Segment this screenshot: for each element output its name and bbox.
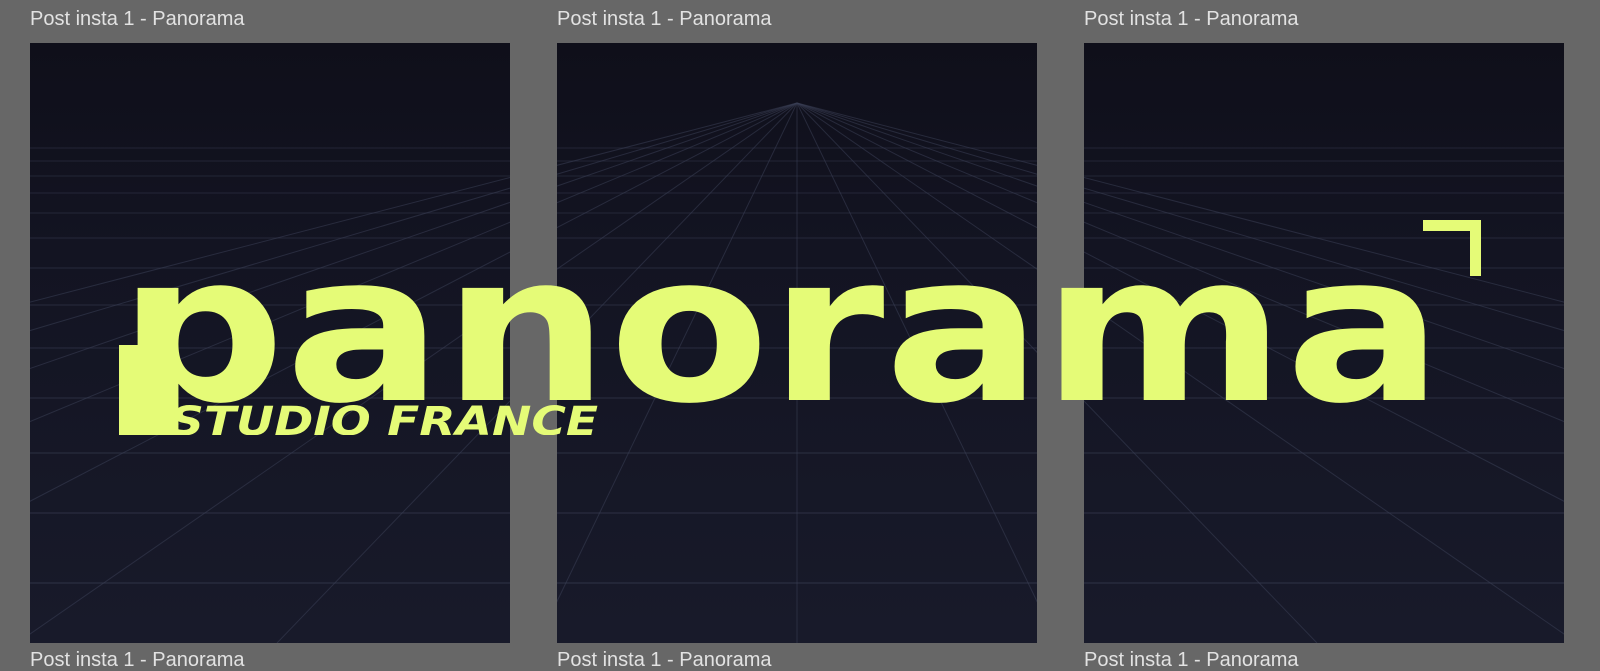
artboard-frame-1[interactable] <box>30 43 510 643</box>
grid-line <box>796 102 1037 204</box>
perspective-grid <box>30 147 510 643</box>
grid-line <box>1084 176 1564 303</box>
grid-line <box>30 176 510 303</box>
grid-line <box>796 102 1037 187</box>
grid-line <box>557 102 798 175</box>
perspective-grid <box>1084 147 1564 643</box>
grid-line <box>796 102 1037 229</box>
frame-label-bottom-2[interactable]: Post insta 1 - Panorama <box>557 650 772 670</box>
grid-line <box>30 187 510 332</box>
grid-line <box>557 102 798 603</box>
grid-line <box>557 102 798 204</box>
grid-line <box>1084 301 1564 635</box>
grid-line <box>796 102 1037 175</box>
grid-line <box>30 301 510 635</box>
grid-line <box>796 102 1037 270</box>
artboard-frame-2[interactable] <box>557 43 1037 643</box>
grid-line <box>1084 251 1564 502</box>
grid-line <box>30 251 510 502</box>
frame-label-1[interactable]: Post insta 1 - Panorama <box>30 9 245 29</box>
frame-label-2[interactable]: Post insta 1 - Panorama <box>557 9 772 29</box>
grid-line <box>796 102 1037 166</box>
perspective-grid <box>557 102 1037 643</box>
grid-line <box>796 102 1037 603</box>
grid-line <box>276 400 510 643</box>
grid-line <box>796 102 1037 353</box>
grid-line <box>1084 187 1564 332</box>
grid-line <box>30 201 510 370</box>
grid-line <box>557 102 798 187</box>
grid-line <box>1084 400 1318 643</box>
grid-line <box>557 102 798 353</box>
artboard-frame-3[interactable] <box>1084 43 1564 643</box>
grid-line <box>557 102 798 229</box>
frame-label-3[interactable]: Post insta 1 - Panorama <box>1084 9 1299 29</box>
grid-line <box>1084 221 1564 423</box>
frame-label-bottom-1[interactable]: Post insta 1 - Panorama <box>30 650 245 670</box>
grid-line <box>1084 201 1564 370</box>
grid-line <box>557 102 798 166</box>
frame-label-bottom-3[interactable]: Post insta 1 - Panorama <box>1084 650 1299 670</box>
grid-line <box>30 221 510 423</box>
grid-line <box>557 102 798 270</box>
